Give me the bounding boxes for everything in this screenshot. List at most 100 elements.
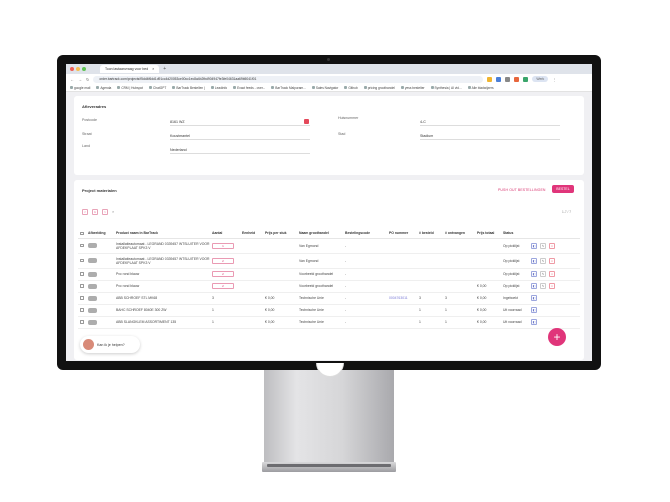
search-icon[interactable]: ⌕ bbox=[112, 209, 114, 214]
minimize-window-icon[interactable] bbox=[76, 67, 80, 71]
row-checkbox[interactable] bbox=[80, 320, 84, 324]
cell-code: - bbox=[343, 316, 387, 329]
cell-price: € 0,00 bbox=[263, 316, 297, 329]
cell-total: € 0,00 bbox=[475, 304, 501, 317]
column-header: Bestelingscode bbox=[343, 229, 387, 239]
land-field[interactable]: Nederland bbox=[170, 146, 310, 154]
quantity-input[interactable]: 2 bbox=[212, 257, 234, 264]
extension-icon[interactable] bbox=[496, 76, 502, 82]
checkbox-cell[interactable] bbox=[78, 316, 86, 329]
chat-widget[interactable]: Kan ik je helpen? bbox=[80, 336, 140, 353]
view-icon[interactable]: ◧ bbox=[531, 271, 537, 277]
cell-received bbox=[443, 238, 475, 254]
bookmark-item[interactable]: google mail bbox=[70, 86, 90, 90]
bookmark-item[interactable]: Agenda bbox=[96, 86, 111, 90]
extension-icon[interactable] bbox=[487, 76, 493, 82]
materials-card: Project materialen PUSH OUT BESTELLINGEN… bbox=[74, 180, 584, 360]
edit-icon[interactable]: ✎ bbox=[540, 257, 546, 264]
bookmark-item[interactable]: CRM | Hubspot bbox=[117, 86, 143, 90]
page-next-button[interactable]: > bbox=[102, 209, 108, 215]
cell-po[interactable]: 0004763011 bbox=[387, 292, 417, 305]
postcode-field[interactable]: 8161 WZ bbox=[170, 118, 310, 126]
bookmark-icon bbox=[467, 86, 471, 89]
row-checkbox[interactable] bbox=[80, 296, 84, 300]
stad-field[interactable]: Stadium bbox=[420, 132, 560, 140]
bookmark-icon bbox=[271, 86, 275, 89]
checkbox-cell[interactable] bbox=[78, 253, 86, 269]
bookmark-item[interactable]: Leadinfo bbox=[210, 86, 227, 90]
cell-name: BAHC SCHROEF 8040E 300 ZW bbox=[114, 304, 210, 317]
bookmark-item[interactable]: Sales Navigator bbox=[311, 86, 338, 90]
checkbox-cell[interactable] bbox=[78, 304, 86, 317]
row-checkbox[interactable] bbox=[80, 258, 84, 263]
reload-icon[interactable]: ↻ bbox=[86, 77, 89, 82]
actions-cell: ◧ bbox=[529, 316, 580, 329]
delete-icon[interactable]: × bbox=[549, 283, 555, 289]
edit-icon[interactable]: ✎ bbox=[540, 271, 546, 277]
view-icon[interactable]: ◧ bbox=[531, 307, 537, 313]
bookmark-item[interactable]: Github bbox=[344, 86, 358, 90]
bookmark-item[interactable]: Exact feeds - over... bbox=[233, 86, 265, 90]
url-text: order.bartrack.com/projects/f5dd4f6dd1d9… bbox=[99, 77, 257, 81]
page-current-button[interactable]: 1 bbox=[92, 209, 98, 215]
extension-icon[interactable] bbox=[505, 76, 511, 82]
order-button[interactable]: BESTEL bbox=[552, 185, 574, 193]
cell-unit bbox=[240, 238, 263, 254]
view-icon[interactable]: ◧ bbox=[531, 295, 537, 301]
straat-field[interactable]: Koustmantel bbox=[170, 132, 310, 140]
bookmark-item[interactable]: BarTrack Malpuram... bbox=[271, 86, 306, 90]
bookmark-item[interactable]: Alle bladwijzers bbox=[467, 86, 494, 90]
quantity-input[interactable]: 1 bbox=[212, 242, 234, 249]
view-icon[interactable]: ◧ bbox=[531, 319, 537, 325]
menu-icon[interactable]: ⋮ bbox=[552, 77, 556, 82]
quantity-input[interactable]: 2 bbox=[212, 283, 234, 289]
maximize-window-icon[interactable] bbox=[82, 67, 86, 71]
new-tab-icon[interactable]: + bbox=[163, 66, 166, 72]
page-prev-button[interactable]: < bbox=[82, 209, 88, 215]
huisnummer-field[interactable]: 4-C bbox=[420, 118, 560, 126]
back-icon[interactable]: ← bbox=[70, 77, 74, 82]
extension-icon[interactable] bbox=[514, 76, 520, 82]
tab-close-icon[interactable]: × bbox=[152, 67, 154, 71]
delete-icon[interactable]: × bbox=[549, 271, 555, 277]
row-checkbox[interactable] bbox=[80, 272, 84, 276]
product-image bbox=[88, 243, 97, 248]
add-button[interactable]: + bbox=[548, 328, 566, 346]
browser-tab[interactable]: Toon lastaanvraag voor bed × bbox=[100, 65, 160, 73]
cell-status: Op picklijst bbox=[501, 253, 529, 269]
view-icon[interactable]: ◧ bbox=[531, 242, 537, 249]
edit-icon[interactable]: ✎ bbox=[540, 242, 546, 249]
delete-icon[interactable]: × bbox=[549, 242, 555, 249]
view-icon[interactable]: ◧ bbox=[531, 257, 537, 264]
bookmark-item[interactable]: pricing groothandel bbox=[363, 86, 395, 90]
address-bar[interactable]: order.bartrack.com/projects/f5dd4f6dd1d9… bbox=[93, 75, 484, 83]
actions-cell: ◧ ✎ × bbox=[529, 238, 580, 254]
forward-icon[interactable]: → bbox=[78, 77, 82, 82]
checkbox-cell[interactable] bbox=[78, 268, 86, 281]
postcode-search-icon[interactable] bbox=[304, 119, 309, 124]
quantity-input[interactable]: 2 bbox=[212, 271, 234, 277]
row-checkbox[interactable] bbox=[80, 284, 84, 288]
select-all-checkbox[interactable] bbox=[80, 231, 84, 235]
extension-icon[interactable] bbox=[523, 76, 529, 82]
row-checkbox[interactable] bbox=[80, 308, 84, 312]
profile-button[interactable]: Werk bbox=[532, 76, 549, 82]
select-all-cell[interactable] bbox=[78, 229, 86, 239]
image-cell bbox=[86, 316, 114, 329]
push-out-orders-button[interactable]: PUSH OUT BESTELLINGEN bbox=[498, 188, 546, 192]
checkbox-cell[interactable] bbox=[78, 238, 86, 254]
delete-icon[interactable]: × bbox=[549, 257, 555, 264]
table-body: Installatieautomaat - LEGRAND 0339457 WT… bbox=[78, 238, 580, 329]
bookmark-icon bbox=[70, 86, 73, 89]
bookmark-item[interactable]: ChatGPT bbox=[149, 86, 166, 90]
bookmark-item[interactable]: yess bestelter bbox=[400, 86, 425, 90]
bookmark-item[interactable]: Synthesia | AI vid... bbox=[430, 86, 462, 90]
row-checkbox[interactable] bbox=[80, 243, 84, 248]
checkbox-cell[interactable] bbox=[78, 280, 86, 293]
address-card: Afleveradres Postcode 8161 WZ Huisnummer… bbox=[74, 96, 584, 175]
edit-icon[interactable]: ✎ bbox=[540, 283, 546, 289]
close-window-icon[interactable] bbox=[70, 67, 74, 71]
checkbox-cell[interactable] bbox=[78, 292, 86, 305]
view-icon[interactable]: ◧ bbox=[531, 283, 537, 289]
bookmark-item[interactable]: BarTrack Bestellen | bbox=[172, 86, 205, 90]
